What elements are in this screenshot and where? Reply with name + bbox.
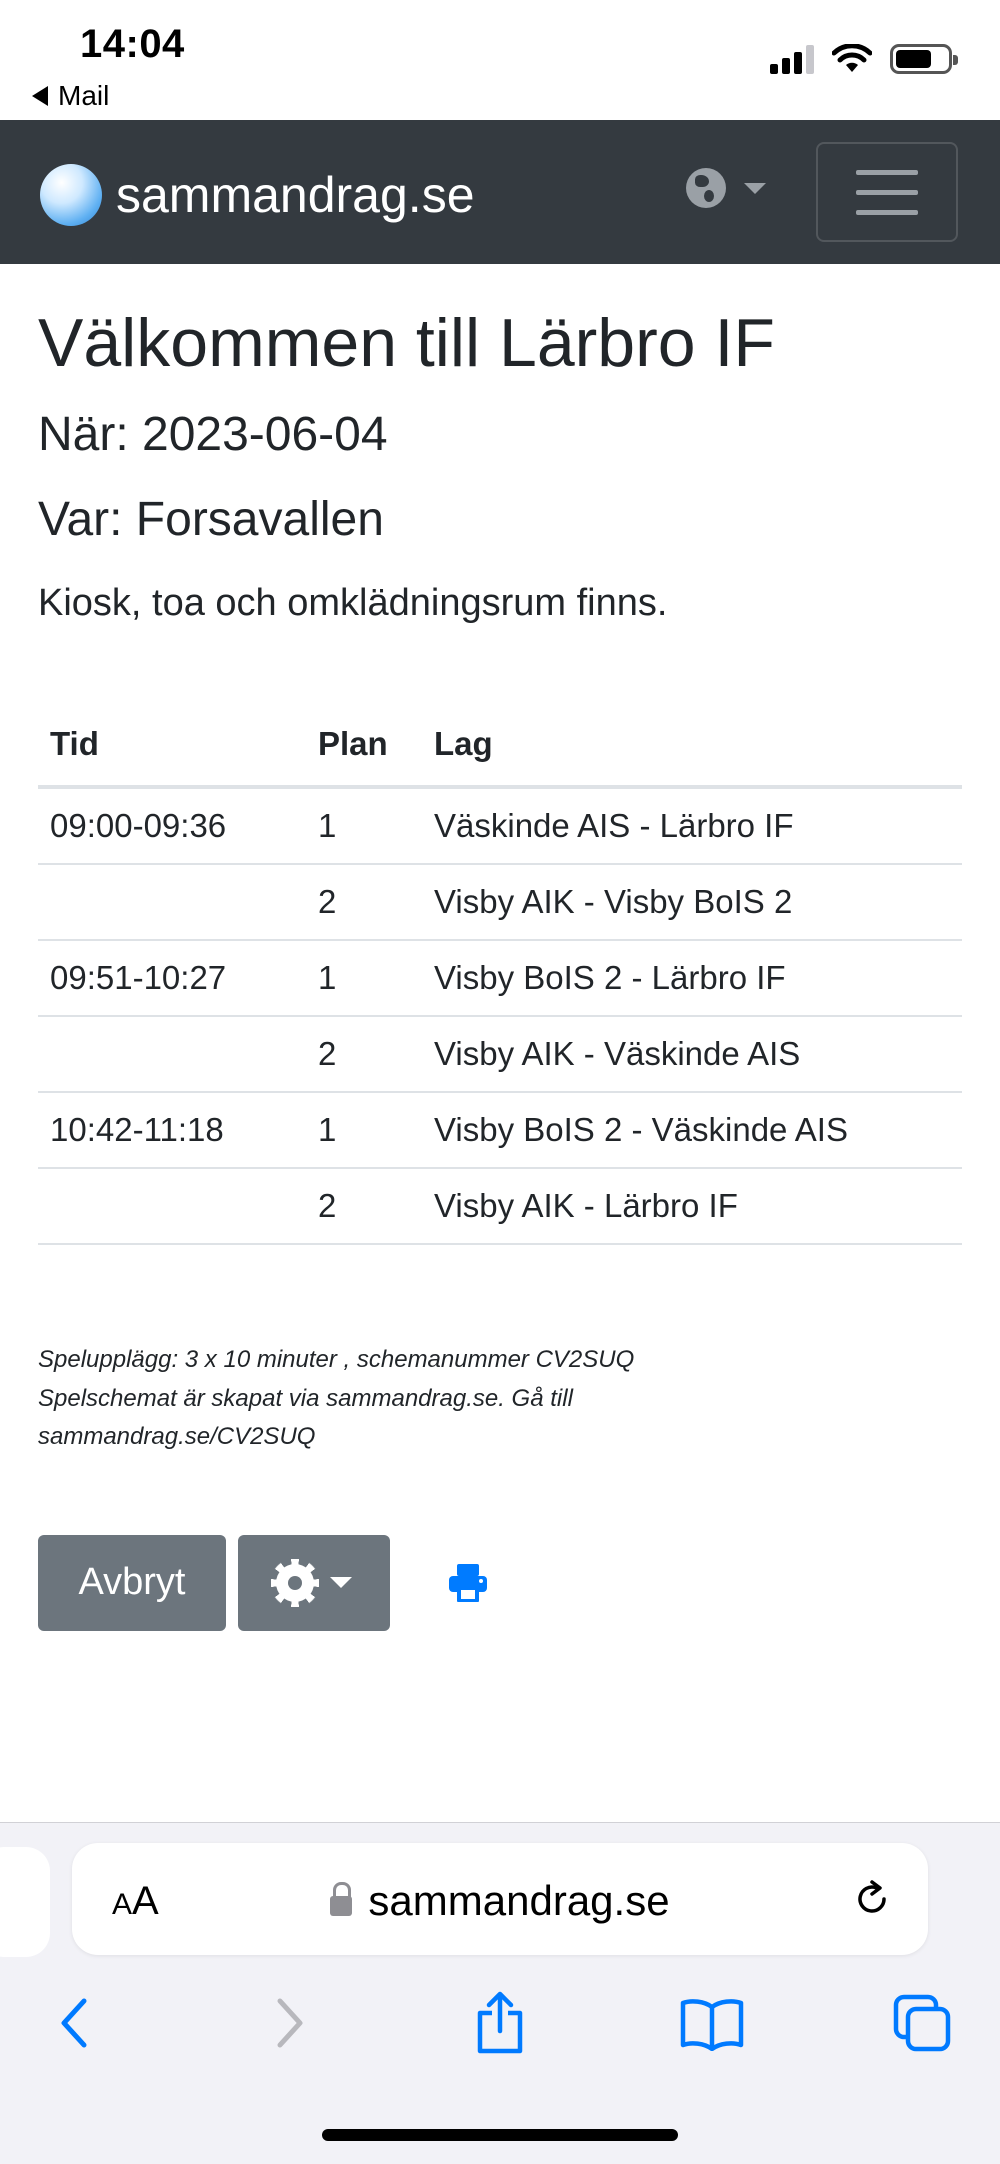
status-bar: 14:04 Mail [0,0,1000,120]
footnote-format: Spelupplägg: 3 x 10 minuter , schemanumm… [38,1346,635,1374]
cell-plan: 1 [306,1092,422,1170]
back-triangle-icon [32,86,48,106]
table-row: 2 Visby AIK - Väskinde AIS [38,1016,962,1094]
gear-icon [276,1563,314,1602]
column-header-team: Lag [422,707,962,790]
browser-toolbar [0,1983,1000,2083]
main-content: Välkommen till Lärbro IF När: 2023-06-04… [38,264,962,1631]
cell-plan: 1 [306,940,422,1018]
reload-icon[interactable] [850,1877,894,1921]
action-bar: Avbryt [38,1534,962,1631]
url-text: sammandrag.se [368,1877,670,1924]
share-icon [477,1991,523,2054]
cell-match: Visby BoIS 2 - Lärbro IF [422,940,962,1018]
cell-plan: 2 [306,1168,422,1246]
cell-time [38,1168,306,1246]
cell-match: Visby AIK - Lärbro IF [422,1168,962,1246]
print-icon [449,1563,487,1602]
table-header-row: Tid Plan Lag [38,707,962,790]
chevron-down-icon [744,182,766,194]
address-bar[interactable]: AA sammandrag.se [72,1843,928,1955]
battery-icon [890,44,958,74]
cancel-button[interactable]: Avbryt [38,1534,226,1631]
hamburger-menu-icon [856,169,918,175]
cell-time [38,1016,306,1094]
browser-bottom-bar: AA sammandrag.se [0,1822,1000,2164]
table-row: 09:51-10:27 1 Visby BoIS 2 - Lärbro IF [38,940,962,1018]
url-display[interactable]: sammandrag.se [72,1877,928,1925]
cellular-signal-icon [770,44,814,74]
schedule-footnote: Spelupplägg: 3 x 10 minuter , schemanumm… [38,1341,962,1456]
footnote-link[interactable]: sammandrag.se/CV2SUQ [38,1418,962,1456]
cell-match: Visby AIK - Visby BoIS 2 [422,864,962,942]
settings-dropdown-button[interactable] [238,1534,390,1631]
cell-plan: 1 [306,787,422,866]
footnote-created-via: Spelschemat är skapat via sammandrag.se.… [38,1384,573,1412]
cell-plan: 2 [306,1016,422,1094]
navbar: sammandrag.se [0,120,1000,264]
share-button[interactable] [460,1983,540,2063]
home-indicator [322,2129,678,2141]
lock-icon [330,1882,353,1916]
table-row: 09:00-09:36 1 Väskinde AIS - Lärbro IF [38,787,962,866]
back-button[interactable] [34,1983,114,2063]
event-info: Kiosk, toa och omklädningsrum finns. [38,582,668,625]
status-time: 14:04 [80,22,185,66]
menu-toggle-button[interactable] [816,142,958,242]
back-icon [61,1998,87,2048]
forward-button[interactable] [250,1983,330,2063]
column-header-time: Tid [38,707,306,790]
cell-time: 10:42-11:18 [38,1092,306,1170]
status-indicators [770,44,958,74]
language-dropdown[interactable] [686,168,766,208]
bookmarks-button[interactable] [672,1983,752,2063]
print-button[interactable] [438,1553,498,1613]
cell-match: Visby AIK - Väskinde AIS [422,1016,962,1094]
table-row: 10:42-11:18 1 Visby BoIS 2 - Väskinde AI… [38,1092,962,1170]
schedule-table: Tid Plan Lag 09:00-09:36 1 Väskinde AIS … [38,707,962,1246]
cell-match: Visby BoIS 2 - Väskinde AIS [422,1092,962,1170]
previous-tab-peek[interactable] [0,1847,50,1957]
bookmarks-icon [680,1999,744,2051]
forward-icon [277,1998,303,2048]
cell-plan: 2 [306,864,422,942]
event-location: Var: Forsavallen [38,492,384,546]
back-to-mail[interactable]: Mail [32,80,109,112]
globe-icon [686,168,726,208]
tabs-button[interactable] [882,1983,962,2063]
table-row: 2 Visby AIK - Visby BoIS 2 [38,864,962,942]
logo-icon [40,164,102,226]
cell-time: 09:00-09:36 [38,787,306,866]
chevron-down-icon [330,1577,352,1589]
tabs-icon [893,1994,951,2052]
brand-name: sammandrag.se [116,167,475,223]
brand-link[interactable]: sammandrag.se [40,164,475,226]
event-date: När: 2023-06-04 [38,407,388,461]
column-header-plan: Plan [306,707,422,790]
wifi-icon [832,44,872,72]
cell-time: 09:51-10:27 [38,940,306,1018]
page-title: Välkommen till Lärbro IF [38,305,775,381]
cell-time [38,864,306,942]
back-app-label: Mail [58,80,110,111]
cell-match: Väskinde AIS - Lärbro IF [422,787,962,866]
table-row: 2 Visby AIK - Lärbro IF [38,1168,962,1246]
